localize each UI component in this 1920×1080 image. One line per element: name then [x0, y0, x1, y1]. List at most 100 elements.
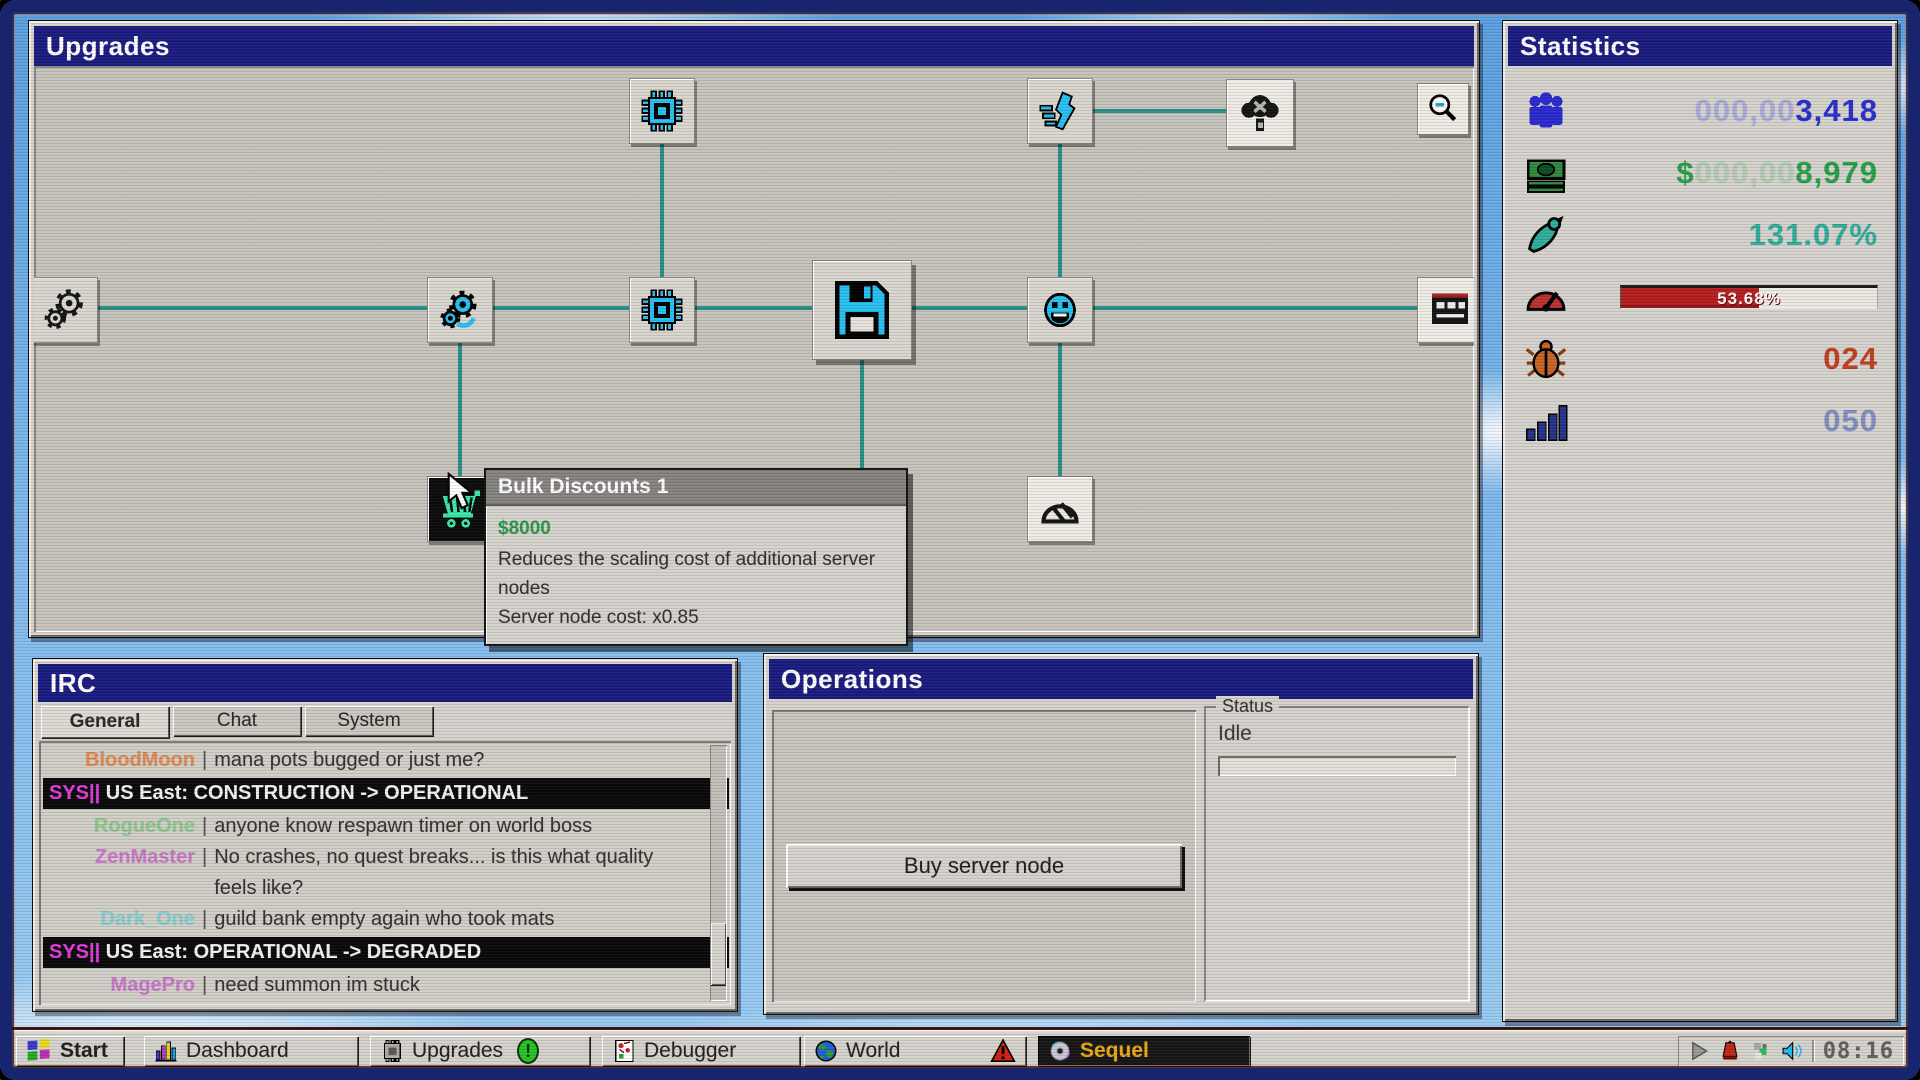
play-icon[interactable] [1688, 1040, 1710, 1062]
status-progress-bar [1218, 756, 1456, 776]
chat-message: RogueOne | anyone know respawn timer on … [43, 811, 729, 842]
chat-log: BloodMoon | mana pots bugged or just me?… [39, 741, 731, 1005]
stat-bugs-row: 024 [1508, 328, 1892, 390]
chat-nick: ZenMaster [43, 842, 195, 873]
rate-value: 131.07% [1749, 217, 1878, 253]
stat-rate-row: 131.07% [1508, 204, 1892, 266]
taskbar-button-debugger[interactable]: Debugger [602, 1036, 800, 1066]
gauge-icon [1038, 487, 1082, 531]
chat-text: mana pots bugged or just me? [214, 745, 674, 776]
level-icon [1524, 399, 1568, 443]
load-bar-label: 53.68% [1621, 288, 1877, 308]
tooltip-description: Reduces the scaling cost of additional s… [498, 545, 894, 603]
taskbar: Start Dashboard Upgrades ! [12, 1030, 1908, 1068]
taskbar-button-sequel[interactable]: Sequel [1038, 1036, 1250, 1066]
system-tray: 08:16 [1678, 1036, 1904, 1066]
stat-population-row: 000,003,418 [1508, 80, 1892, 142]
money-value: $000,008,979 [1676, 155, 1878, 191]
money-icon [1524, 151, 1568, 195]
chat-message: MagePro | need summon im stuck [43, 970, 729, 1001]
zoom-out-icon [1426, 92, 1460, 126]
tab-general[interactable]: General [41, 706, 169, 738]
chat-scrollbar-thumb[interactable] [711, 923, 726, 985]
smiley-icon [1039, 289, 1081, 331]
chat-system-message: SYS|| US East: CONSTRUCTION -> OPERATION… [43, 778, 729, 809]
irc-titlebar: IRC [38, 664, 732, 702]
upgrade-node-gear-cyan[interactable] [427, 277, 493, 343]
statistics-titlebar: Statistics [1508, 26, 1892, 66]
sprite-icon[interactable] [1750, 1040, 1772, 1062]
population-icon [1524, 89, 1568, 133]
cpu-icon [641, 90, 683, 132]
upgrade-node-speed[interactable] [1027, 78, 1093, 144]
gear-cyan-icon [438, 288, 482, 332]
buy-server-node-button[interactable]: Buy server node [786, 844, 1182, 888]
statistics-title: Statistics [1520, 31, 1641, 62]
upgrades-title: Upgrades [46, 31, 170, 62]
chat-nick: MagePro [43, 970, 195, 1001]
upgrade-node-cpu-top[interactable] [629, 78, 695, 144]
chat-nick: BloodMoon [43, 745, 195, 776]
statistics-panel: Statistics 000,003,418 $000,008,979 [1502, 20, 1898, 1022]
upgrade-node-smiley[interactable] [1027, 277, 1093, 343]
taskbar-button-dashboard[interactable]: Dashboard [144, 1036, 358, 1066]
tree-line-main [34, 306, 1474, 310]
upgrades-taskbar-label: Upgrades [412, 1039, 503, 1063]
operations-title: Operations [781, 664, 923, 695]
operations-window: Operations Buy server node Status Idle [763, 653, 1479, 1015]
chat-text: No crashes, no quest breaks... is this w… [214, 842, 674, 904]
cpu-icon [641, 289, 683, 331]
sequel-label: Sequel [1080, 1039, 1149, 1063]
upgrade-node-tree[interactable] [1226, 79, 1294, 147]
debugger-label: Debugger [644, 1039, 736, 1063]
irc-title: IRC [50, 668, 96, 699]
tray-divider [1812, 1040, 1814, 1062]
upgrade-node-gears-left[interactable] [34, 277, 98, 343]
taskbar-button-world[interactable]: World [804, 1036, 1026, 1066]
chat-scrollbar[interactable] [710, 745, 727, 1001]
windows-logo-icon [26, 1038, 52, 1064]
upgrade-node-floppy[interactable] [812, 260, 912, 360]
tab-chat[interactable]: Chat [173, 706, 301, 736]
irc-tabs: General Chat System [41, 706, 433, 738]
rate-icon [1524, 213, 1568, 257]
irc-window: IRC General Chat System BloodMoon | mana… [32, 658, 738, 1012]
population-value: 000,003,418 [1695, 93, 1878, 129]
warning-icon [990, 1038, 1016, 1064]
zoom-out-button[interactable] [1417, 83, 1469, 135]
speaker-icon[interactable] [1781, 1040, 1803, 1062]
speed-icon [1039, 90, 1081, 132]
tree-icon [1238, 91, 1282, 135]
taskbar-clock: 08:16 [1823, 1039, 1894, 1064]
cd-icon [1048, 1039, 1072, 1063]
debugger-icon [612, 1039, 636, 1063]
chat-text: need summon im stuck [214, 970, 674, 1001]
gears-icon [43, 288, 87, 332]
chat-nick: RogueOne [43, 811, 195, 842]
upgrade-node-cpu-mid[interactable] [629, 277, 695, 343]
chat-text: anyone know respawn timer on world boss [214, 811, 674, 842]
stat-level-row: 050 [1508, 390, 1892, 452]
load-progress-bar: 53.68% [1620, 285, 1878, 309]
chat-message: Dark_One | guild bank empty again who to… [43, 904, 729, 935]
desktop: Upgrades [0, 0, 1920, 1080]
globe-icon [814, 1039, 838, 1063]
chat-nick: Dark_One [43, 904, 195, 935]
stat-load-row: 53.68% [1508, 266, 1892, 328]
lamp-icon[interactable] [1719, 1040, 1741, 1062]
upgrade-node-server[interactable] [1417, 277, 1474, 343]
server-icon [1428, 288, 1472, 332]
upgrades-titlebar: Upgrades [34, 26, 1474, 66]
mouse-cursor [446, 472, 478, 515]
chip-icon [380, 1039, 404, 1063]
upgrade-node-gauge[interactable] [1027, 476, 1093, 542]
dashboard-icon [154, 1039, 178, 1063]
tab-system[interactable]: System [305, 706, 433, 736]
start-button[interactable]: Start [16, 1036, 124, 1066]
taskbar-button-upgrades[interactable]: Upgrades ! [370, 1036, 590, 1066]
chat-system-message: SYS|| US East: OPERATIONAL -> DEGRADED [43, 937, 729, 968]
load-icon [1524, 275, 1568, 319]
bugs-icon [1524, 337, 1568, 381]
upgrade-tooltip: Bulk Discounts 1 $8000 Reduces the scali… [484, 468, 908, 646]
world-label: World [846, 1039, 900, 1063]
